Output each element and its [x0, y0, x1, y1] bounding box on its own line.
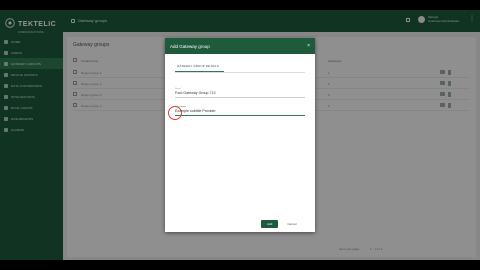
name-field[interactable]: Name* Ford Gateway Group 713: [175, 88, 305, 97]
dialog-actions: Add Cancel: [261, 220, 301, 228]
description-field[interactable]: Description Example subtitle Provider: [175, 106, 305, 116]
name-field-value[interactable]: Ford Gateway Group 713: [175, 91, 305, 95]
description-field-label: Description: [175, 106, 186, 108]
tab-gateway-group-details[interactable]: Gateway group details: [175, 62, 221, 70]
app-window: TEKTELIC COMMUNICATIONS Home Users Gatew…: [0, 10, 480, 260]
add-button[interactable]: Add: [261, 220, 279, 228]
cursor-highlight: [168, 106, 182, 120]
description-field-value[interactable]: Example subtitle Provider: [175, 109, 305, 113]
name-field-label: Name*: [175, 88, 182, 90]
dialog-tabs: Gateway group details: [175, 62, 224, 72]
field-underline: [175, 96, 305, 97]
dialog-title: Add Gateway group: [170, 43, 210, 49]
field-underline: [175, 114, 305, 116]
dialog-header: Add Gateway group ×: [165, 38, 315, 54]
add-gateway-group-dialog: Add Gateway group × Gateway group detail…: [165, 38, 315, 232]
cancel-button[interactable]: Cancel: [283, 220, 300, 228]
close-icon[interactable]: ×: [307, 43, 310, 49]
